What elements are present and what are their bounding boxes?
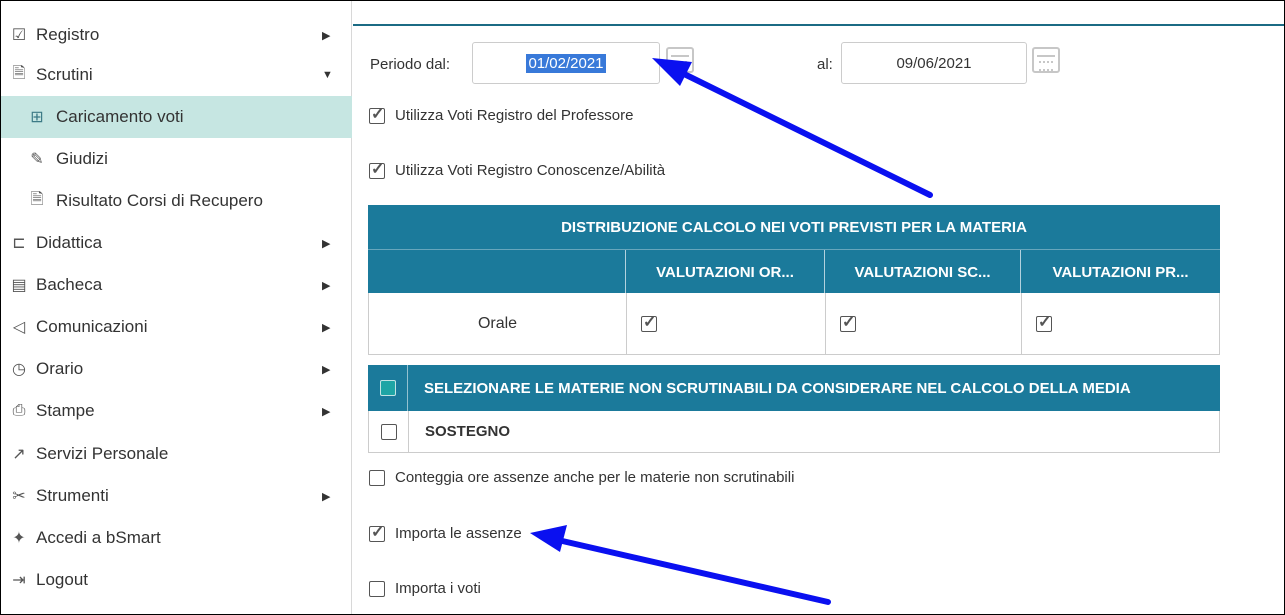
sidebar-item-bsmart[interactable]: ✦ Accedi a bSmart: [0, 517, 352, 559]
sidebar-item-label: Accedi a bSmart: [36, 528, 161, 547]
sidebar-item-label: Orario: [36, 359, 84, 378]
distribution-table-header: VALUTAZIONI OR... VALUTAZIONI SC... VALU…: [368, 249, 1220, 294]
clock-icon: ◷: [12, 361, 26, 378]
chevron-right-icon: ▶: [322, 405, 331, 418]
chevron-right-icon: ▶: [322, 490, 331, 503]
sidebar-item-label: Strumenti: [36, 486, 109, 505]
count-absences-option[interactable]: Conteggia ore assenze anche per le mater…: [369, 469, 794, 486]
megaphone-icon: ◁: [12, 319, 26, 336]
option-label: Conteggia ore assenze anche per le mater…: [395, 469, 795, 486]
date-to-value: 09/06/2021: [896, 54, 972, 72]
select-all-cell: [368, 365, 408, 411]
checkbox-checked[interactable]: [641, 312, 657, 332]
logout-icon: ⇥: [12, 572, 26, 589]
sidebar-item-servizi-personale[interactable]: ↗ Servizi Personale: [0, 433, 352, 475]
table-cell: [626, 293, 825, 354]
checkbox-checked[interactable]: [369, 522, 385, 542]
distribution-table: DISTRIBUZIONE CALCOLO NEI VOTI PREVISTI …: [368, 205, 1220, 355]
document-icon: 🗎: [30, 190, 44, 208]
chevron-right-icon: ▶: [322, 29, 331, 42]
sidebar-item-label: Didattica: [36, 233, 103, 252]
subjects-table: SELEZIONARE LE MATERIE NON SCRUTINABILI …: [368, 365, 1220, 453]
grid-icon: ⊞: [30, 109, 44, 126]
use-prof-register-option[interactable]: Utilizza Voti Registro del Professore: [369, 104, 634, 124]
table-row: SOSTEGNO: [368, 411, 1220, 453]
checkbox-checked[interactable]: [369, 159, 385, 179]
subject-name: SOSTEGNO: [425, 423, 511, 440]
table-cell: [1021, 293, 1219, 354]
option-label: Importa i voti: [395, 580, 481, 597]
sidebar-item-logout[interactable]: ⇥ Logout: [0, 559, 352, 601]
subjects-table-header: SELEZIONARE LE MATERIE NON SCRUTINABILI …: [368, 365, 1220, 411]
sidebar-item-label: Logout: [36, 570, 88, 589]
calendar-check-icon: ☑: [11, 27, 27, 44]
sidebar-item-label: Bacheca: [36, 275, 103, 294]
sidebar-item-comunicazioni[interactable]: ◁ Comunicazioni ▶: [0, 306, 352, 348]
row-checkbox-cell: [369, 411, 409, 452]
printer-icon: ⎙: [12, 402, 26, 419]
sidebar-item-caricamento-voti[interactable]: ⊞ Caricamento voti: [0, 96, 352, 138]
select-all-checkbox[interactable]: [379, 380, 396, 396]
chevron-right-icon: ▶: [322, 363, 331, 376]
option-label: Importa le assenze: [395, 525, 522, 542]
row-label: Orale: [477, 314, 518, 332]
sidebar-item-label: Caricamento voti: [56, 107, 184, 126]
sidebar-item-label: Giudizi: [56, 149, 108, 168]
sidebar-item-label: Comunicazioni: [36, 317, 148, 336]
distribution-table-title: DISTRIBUZIONE CALCOLO NEI VOTI PREVISTI …: [368, 205, 1220, 249]
table-cell: [825, 293, 1021, 354]
import-absences-option[interactable]: Importa le assenze: [369, 522, 522, 542]
tools-icon: ✂: [12, 488, 26, 505]
column-header[interactable]: VALUTAZIONI PR...: [1020, 250, 1220, 294]
sidebar-item-didattica[interactable]: ⊏ Didattica ▶: [0, 222, 352, 264]
checkbox[interactable]: [369, 469, 385, 486]
edit-icon: ✎: [30, 151, 44, 168]
calendar-icon[interactable]: [666, 47, 694, 73]
main-panel: Periodo dal: 01/02/2021 al: 09/06/2021 U…: [353, 0, 1285, 615]
date-from-input[interactable]: 01/02/2021: [472, 42, 660, 84]
period-from-label: Periodo dal:: [370, 56, 451, 73]
bsmart-icon: ✦: [12, 530, 26, 547]
sidebar-item-label: Servizi Personale: [36, 444, 169, 463]
checkbox[interactable]: [369, 580, 385, 597]
table-row: Orale: [368, 293, 1220, 355]
sidebar-item-registro[interactable]: ☑ Registro ▶: [0, 14, 352, 56]
chevron-right-icon: ▶: [322, 237, 331, 250]
sidebar-item-orario[interactable]: ◷ Orario ▶: [0, 348, 352, 390]
column-header[interactable]: VALUTAZIONI OR...: [625, 250, 824, 294]
share-icon: ↗: [12, 446, 26, 463]
checkbox-checked[interactable]: [1036, 312, 1052, 332]
chevron-right-icon: ▶: [322, 279, 331, 292]
sidebar: ☑ Registro ▶ 🗎 Scrutini ▼ ⊞ Caricamento …: [0, 0, 352, 615]
sidebar-item-bacheca[interactable]: ▤ Bacheca ▶: [0, 264, 352, 306]
sidebar-item-stampe[interactable]: ⎙ Stampe ▶: [0, 390, 352, 432]
checkbox-checked[interactable]: [369, 104, 385, 124]
option-label: Utilizza Voti Registro Conoscenze/Abilit…: [395, 162, 666, 179]
sidebar-item-giudizi[interactable]: ✎ Giudizi: [0, 138, 352, 180]
sidebar-item-label: Stampe: [36, 401, 95, 420]
chevron-down-icon: ▼: [322, 69, 333, 81]
chevron-right-icon: ▶: [322, 321, 331, 334]
sidebar-item-label: Scrutini: [36, 65, 93, 84]
board-icon: ▤: [11, 277, 27, 294]
import-votes-option[interactable]: Importa i voti: [369, 580, 481, 597]
column-header[interactable]: VALUTAZIONI SC...: [824, 250, 1020, 294]
document-icon: 🗎: [12, 64, 26, 82]
sidebar-item-risultato-corsi[interactable]: 🗎 Risultato Corsi di Recupero: [0, 180, 352, 222]
use-skills-register-option[interactable]: Utilizza Voti Registro Conoscenze/Abilit…: [369, 159, 666, 179]
sidebar-item-strumenti[interactable]: ✂ Strumenti ▶: [0, 475, 352, 517]
sidebar-item-label: Registro: [36, 25, 100, 44]
book-icon: ⊏: [12, 235, 26, 252]
sidebar-item-label: Risultato Corsi di Recupero: [56, 191, 263, 210]
calendar-icon[interactable]: [1032, 47, 1060, 73]
period-to-label: al:: [817, 56, 833, 73]
row-checkbox[interactable]: [380, 423, 397, 440]
date-to-input[interactable]: 09/06/2021: [841, 42, 1027, 84]
date-from-value: 01/02/2021: [526, 53, 606, 73]
sidebar-item-scrutini[interactable]: 🗎 Scrutini ▼: [0, 54, 352, 96]
checkbox-checked[interactable]: [840, 312, 856, 332]
option-label: Utilizza Voti Registro del Professore: [395, 107, 634, 124]
subjects-header-text: SELEZIONARE LE MATERIE NON SCRUTINABILI …: [424, 379, 1131, 397]
top-divider: [353, 24, 1285, 26]
